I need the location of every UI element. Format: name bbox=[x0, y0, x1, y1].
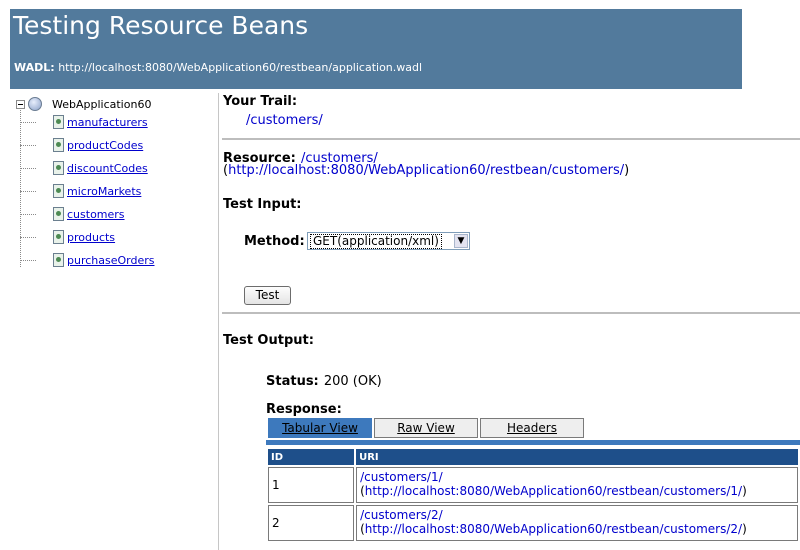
tree-connector bbox=[20, 237, 36, 238]
tab-underline bbox=[266, 440, 800, 445]
trail-link[interactable]: /customers/ bbox=[246, 113, 323, 128]
resource-url-link[interactable]: http://localhost:8080/WebApplication60/r… bbox=[228, 163, 624, 178]
page-header: Testing Resource Beans WADL: http://loca… bbox=[10, 9, 742, 89]
document-icon bbox=[53, 184, 64, 198]
document-icon bbox=[53, 230, 64, 244]
column-header-uri: URI bbox=[356, 449, 798, 465]
document-icon bbox=[53, 253, 64, 267]
table-cell-uri: /customers/2/ (http://localhost:8080/Web… bbox=[356, 505, 798, 541]
tree-item-link[interactable]: microMarkets bbox=[67, 185, 141, 198]
tree-item-link[interactable]: products bbox=[67, 231, 115, 244]
status-label: Status: bbox=[266, 374, 319, 389]
tree-item-link[interactable]: purchaseOrders bbox=[67, 254, 154, 267]
tab-tabular-view[interactable]: Tabular View bbox=[268, 418, 372, 438]
table-cell-id: 2 bbox=[268, 505, 355, 541]
tree-item-link[interactable]: manufacturers bbox=[67, 116, 148, 129]
tab-raw-view[interactable]: Raw View bbox=[374, 418, 478, 438]
row-uri-link[interactable]: /customers/1/ bbox=[360, 470, 443, 484]
method-select[interactable]: GET(application/xml) ▼ bbox=[307, 232, 470, 250]
wadl-label: WADL: bbox=[14, 61, 55, 74]
tree-connector bbox=[20, 260, 36, 261]
divider bbox=[222, 312, 800, 314]
response-label: Response: bbox=[266, 402, 342, 417]
tree-root[interactable]: WebApplication60 bbox=[16, 97, 151, 111]
document-icon bbox=[53, 115, 64, 129]
resource-close-paren: ) bbox=[624, 163, 630, 178]
test-input-label: Test Input: bbox=[223, 197, 302, 212]
table-cell-id: 1 bbox=[268, 467, 355, 503]
tree-item-products[interactable]: products bbox=[53, 230, 115, 244]
row-uri-link[interactable]: /customers/2/ bbox=[360, 508, 443, 522]
resource-url-line: (http://localhost:8080/WebApplication60/… bbox=[223, 163, 629, 178]
table-cell-uri: /customers/1/ (http://localhost:8080/Web… bbox=[356, 467, 798, 503]
row-close-paren: ) bbox=[742, 484, 747, 498]
document-icon bbox=[53, 207, 64, 221]
dropdown-arrow-icon[interactable]: ▼ bbox=[454, 234, 468, 248]
column-header-id: ID bbox=[268, 449, 355, 465]
tree-item-customers[interactable]: customers bbox=[53, 207, 125, 221]
table-header-row: ID URI bbox=[268, 449, 798, 465]
tree-connector-vertical bbox=[20, 107, 21, 267]
tree-item-manufacturers[interactable]: manufacturers bbox=[53, 115, 148, 129]
tab-headers[interactable]: Headers bbox=[480, 418, 584, 438]
tree-connector bbox=[20, 191, 36, 192]
method-select-value: GET(application/xml) bbox=[310, 234, 442, 249]
tree-item-micromarkets[interactable]: microMarkets bbox=[53, 184, 141, 198]
status-line: Status: 200 (OK) bbox=[266, 370, 382, 389]
tree-item-link[interactable]: productCodes bbox=[67, 139, 143, 152]
tree-connector bbox=[20, 214, 36, 215]
wadl-line: WADL: http://localhost:8080/WebApplicati… bbox=[14, 61, 422, 74]
tree-item-link[interactable]: discountCodes bbox=[67, 162, 148, 175]
table-row: 1 /customers/1/ (http://localhost:8080/W… bbox=[268, 467, 798, 503]
divider bbox=[222, 138, 800, 140]
test-output-label: Test Output: bbox=[223, 333, 314, 348]
tree-item-purchaseorders[interactable]: purchaseOrders bbox=[53, 253, 154, 267]
panel-divider bbox=[218, 93, 219, 550]
resource-tree: WebApplication60 manufacturers productCo… bbox=[0, 93, 218, 550]
globe-icon bbox=[28, 97, 42, 111]
tree-item-discountcodes[interactable]: discountCodes bbox=[53, 161, 148, 175]
tree-connector bbox=[20, 122, 36, 123]
wadl-url: http://localhost:8080/WebApplication60/r… bbox=[58, 61, 423, 74]
page-title: Testing Resource Beans bbox=[13, 11, 309, 40]
table-row: 2 /customers/2/ (http://localhost:8080/W… bbox=[268, 505, 798, 541]
tree-item-link[interactable]: customers bbox=[67, 208, 125, 221]
document-icon bbox=[53, 161, 64, 175]
response-table: ID URI 1 /customers/1/ (http://localhost… bbox=[266, 447, 800, 543]
row-full-url-link[interactable]: http://localhost:8080/WebApplication60/r… bbox=[365, 484, 742, 498]
tree-root-label: WebApplication60 bbox=[52, 97, 152, 111]
method-label: Method: bbox=[244, 234, 305, 249]
tree-connector bbox=[20, 145, 36, 146]
trail-label: Your Trail: bbox=[223, 94, 298, 109]
tree-item-productcodes[interactable]: productCodes bbox=[53, 138, 143, 152]
minus-icon[interactable] bbox=[16, 99, 25, 109]
test-button[interactable]: Test bbox=[244, 286, 291, 305]
row-close-paren: ) bbox=[742, 522, 747, 536]
row-full-url-link[interactable]: http://localhost:8080/WebApplication60/r… bbox=[365, 522, 742, 536]
document-icon bbox=[53, 138, 64, 152]
tree-connector bbox=[20, 168, 36, 169]
status-value: 200 (OK) bbox=[323, 374, 382, 389]
